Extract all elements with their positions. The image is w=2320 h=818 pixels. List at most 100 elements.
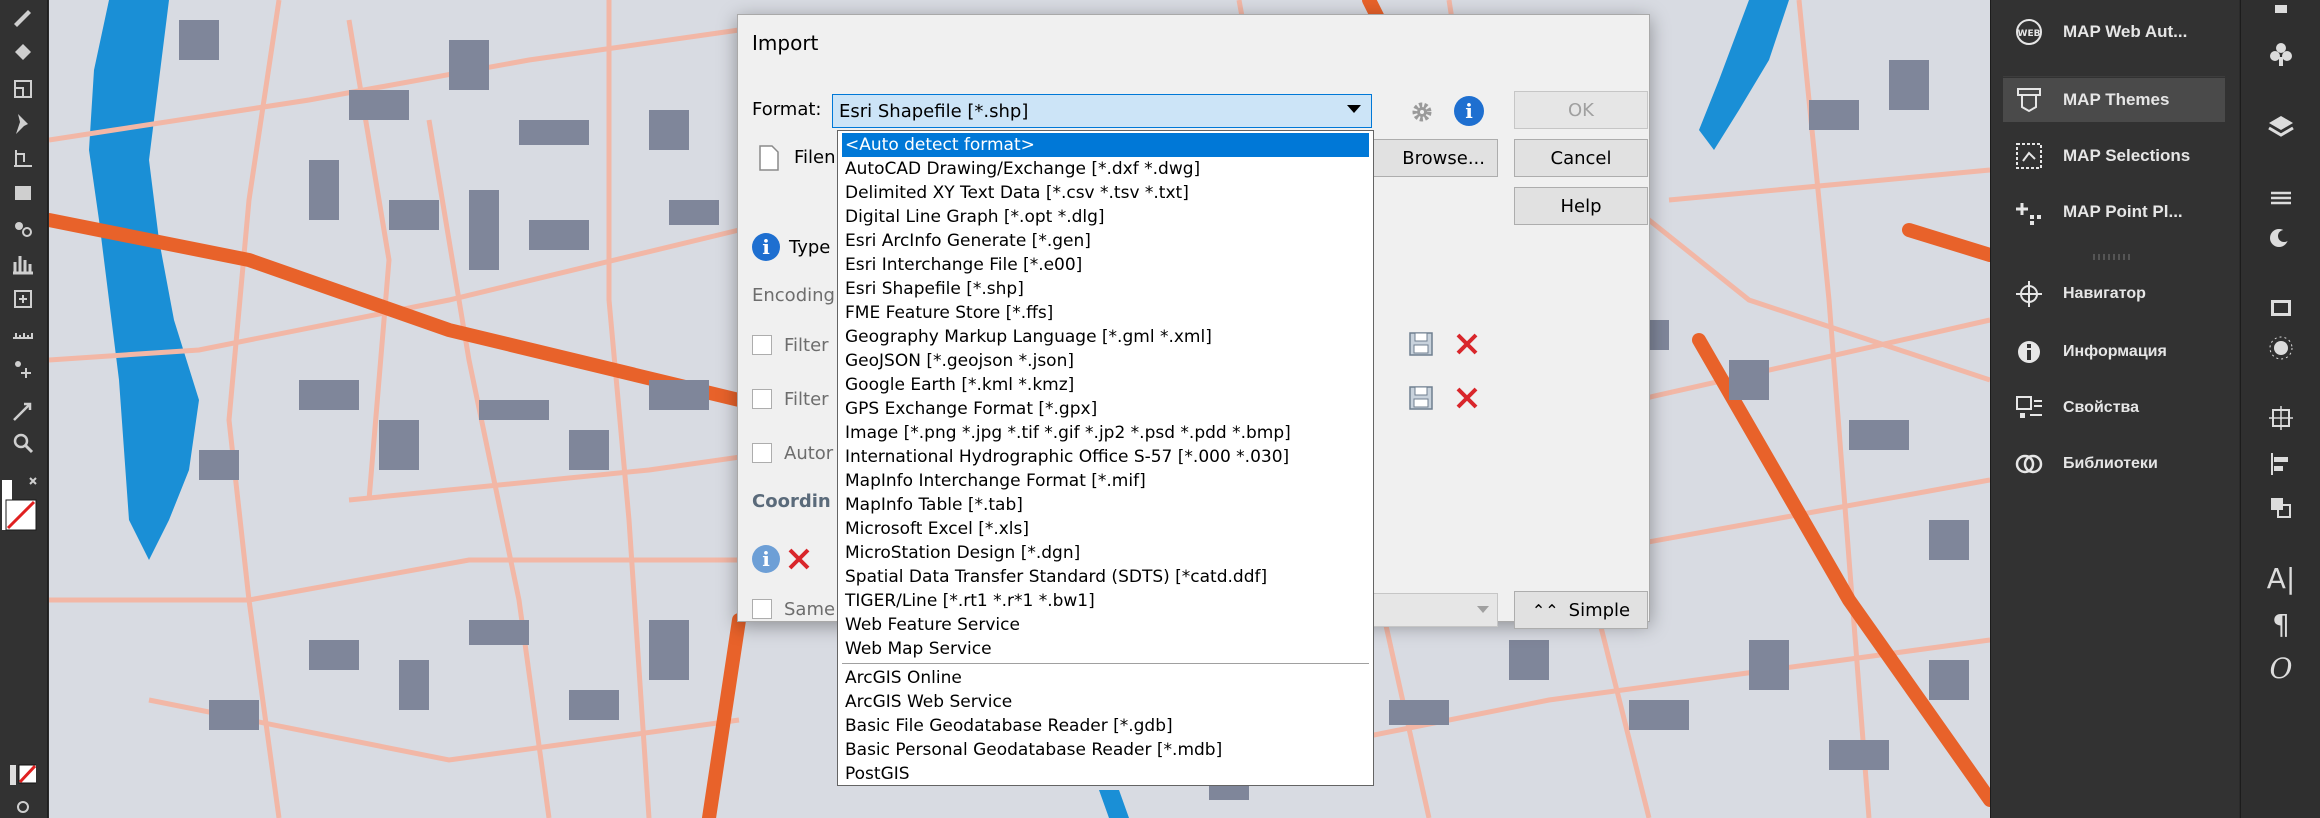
ok-button[interactable]: OK	[1514, 91, 1648, 129]
fill-stroke-swatch-icon[interactable]	[0, 474, 48, 534]
artboard-icon[interactable]	[8, 74, 38, 104]
divider	[2003, 76, 2225, 77]
navigator-icon	[2011, 276, 2047, 312]
format-option[interactable]: GeoJSON [*.geojson *.json]	[842, 349, 1369, 373]
format-option[interactable]: MapInfo Interchange Format [*.mif]	[842, 469, 1369, 493]
svg-text:WEB: WEB	[2018, 29, 2041, 39]
delete-icon[interactable]	[1450, 381, 1484, 415]
dialog-title: Import	[752, 31, 819, 55]
pen-icon[interactable]	[8, 396, 38, 426]
symbol-sprayer-icon[interactable]	[8, 214, 38, 244]
river	[89, 0, 199, 560]
panel-map-selections[interactable]: MAP Selections	[2011, 134, 2190, 178]
format-option[interactable]: AutoCAD Drawing/Exchange [*.dxf *.dwg]	[842, 157, 1369, 181]
filter-checkbox-2[interactable]	[752, 389, 772, 409]
format-option[interactable]: Geography Markup Language [*.gml *.xml]	[842, 325, 1369, 349]
cancel-button[interactable]: Cancel	[1514, 139, 1648, 177]
help-button[interactable]: Help	[1514, 187, 1648, 225]
format-option[interactable]: Spatial Data Transfer Standard (SDTS) [*…	[842, 565, 1369, 589]
pin-icon[interactable]	[8, 108, 38, 138]
point-add-icon[interactable]	[8, 354, 38, 384]
stream-south	[1099, 790, 1129, 818]
bar-chart-icon[interactable]	[8, 248, 38, 278]
pencil-icon[interactable]	[8, 2, 38, 32]
format-option[interactable]: ArcGIS Web Service	[842, 690, 1369, 714]
info-icon[interactable]: i	[1454, 96, 1484, 126]
format-option[interactable]: Web Map Service	[842, 637, 1369, 661]
panel-properties[interactable]: Свойства	[2011, 386, 2139, 430]
layers-top-icon[interactable]	[2263, 0, 2299, 36]
align-lines-icon[interactable]	[2263, 180, 2299, 216]
format-option[interactable]: PostGIS	[842, 762, 1369, 786]
format-option[interactable]: Delimited XY Text Data [*.csv *.tsv *.tx…	[842, 181, 1369, 205]
format-option[interactable]: TIGER/Line [*.rt1 *.r*1 *.bw1]	[842, 589, 1369, 613]
format-option[interactable]: Microsoft Excel [*.xls]	[842, 517, 1369, 541]
rectangle-icon[interactable]	[8, 178, 38, 208]
format-option[interactable]: Basic Personal Geodatabase Reader [*.mdb…	[842, 738, 1369, 762]
format-option[interactable]: Esri Interchange File [*.e00]	[842, 253, 1369, 277]
format-option[interactable]: MicroStation Design [*.dgn]	[842, 541, 1369, 565]
themes-icon	[2011, 82, 2047, 118]
format-label: Format:	[752, 99, 822, 120]
format-option[interactable]: Digital Line Graph [*.opt *.dlg]	[842, 205, 1369, 229]
layers-icon[interactable]	[2263, 108, 2299, 144]
panel-map-themes[interactable]: MAP Themes	[2003, 78, 2225, 122]
format-option[interactable]: MapInfo Table [*.tab]	[842, 493, 1369, 517]
same-checkbox[interactable]	[752, 599, 772, 619]
auto-checkbox[interactable]	[752, 443, 772, 463]
swatches-icon[interactable]	[2263, 290, 2299, 326]
align-panel-icon[interactable]	[2263, 446, 2299, 482]
zoom-icon[interactable]	[8, 428, 38, 458]
club-icon[interactable]	[2263, 36, 2299, 72]
format-option[interactable]: Esri ArcInfo Generate [*.gen]	[842, 229, 1369, 253]
format-option[interactable]: GPS Exchange Format [*.gpx]	[842, 397, 1369, 421]
format-select-value: Esri Shapefile [*.shp]	[839, 100, 1029, 122]
character-icon[interactable]: A|	[2263, 560, 2299, 596]
appearance-icon[interactable]	[2263, 220, 2299, 256]
same-label: Same	[784, 599, 836, 620]
chevron-down-icon	[1477, 606, 1489, 613]
transform-icon[interactable]	[8, 284, 38, 314]
filter-label-1: Filter	[784, 335, 829, 356]
format-option[interactable]: International Hydrographic Office S-57 […	[842, 445, 1369, 469]
none-swatch-icon[interactable]	[8, 760, 38, 790]
format-option[interactable]: ArcGIS Online	[842, 666, 1369, 690]
panel-label: MAP Themes	[2063, 90, 2170, 109]
filter-checkbox-1[interactable]	[752, 335, 772, 355]
transform-panel-icon[interactable]	[2263, 400, 2299, 436]
settings-icon[interactable]	[8, 792, 38, 818]
panel-map-point-placement[interactable]: MAP Point Pl...	[2011, 190, 2183, 234]
paragraph-icon[interactable]: ¶	[2263, 606, 2299, 642]
grip-divider[interactable]	[2093, 254, 2133, 260]
format-option[interactable]: Image [*.png *.jpg *.tif *.gif *.jp2 *.p…	[842, 421, 1369, 445]
panel-label: Навигатор	[2063, 285, 2146, 302]
format-option[interactable]: FME Feature Store [*.ffs]	[842, 301, 1369, 325]
simple-button[interactable]: ⌃⌃ Simple	[1514, 591, 1648, 629]
save-icon[interactable]	[1404, 327, 1438, 361]
brightness-icon[interactable]	[2263, 330, 2299, 366]
delete-icon[interactable]	[1450, 327, 1484, 361]
coordinates-info-icon[interactable]: i	[752, 545, 780, 573]
close-icon[interactable]	[782, 542, 816, 576]
format-option[interactable]: <Auto detect format>	[842, 133, 1369, 157]
panel-map-web-authoring[interactable]: WEB MAP Web Aut...	[2011, 10, 2187, 54]
format-select[interactable]: Esri Shapefile [*.shp]	[832, 94, 1372, 128]
format-dropdown-list[interactable]: <Auto detect format> AutoCAD Drawing/Exch…	[837, 130, 1374, 786]
format-option[interactable]: Esri Shapefile [*.shp]	[842, 277, 1369, 301]
graph-icon[interactable]	[8, 142, 38, 172]
panel-libraries[interactable]: Библиотеки	[2011, 442, 2158, 486]
gear-icon	[1405, 95, 1439, 129]
pathfinder-icon[interactable]	[2263, 490, 2299, 526]
format-option[interactable]: Google Earth [*.kml *.kmz]	[842, 373, 1369, 397]
filename-label: Filen	[794, 147, 836, 168]
format-option[interactable]: Web Feature Service	[842, 613, 1369, 637]
panel-navigator[interactable]: Навигатор	[2011, 272, 2146, 316]
measure-icon[interactable]	[8, 318, 38, 348]
opentype-icon[interactable]: O	[2263, 650, 2299, 686]
point-placement-icon	[2011, 194, 2047, 230]
coordinates-label: Coordin	[752, 491, 831, 512]
format-option[interactable]: Basic File Geodatabase Reader [*.gdb]	[842, 714, 1369, 738]
paint-bucket-icon[interactable]	[8, 36, 38, 66]
save-icon[interactable]	[1404, 381, 1438, 415]
panel-info[interactable]: Информация	[2011, 330, 2167, 374]
